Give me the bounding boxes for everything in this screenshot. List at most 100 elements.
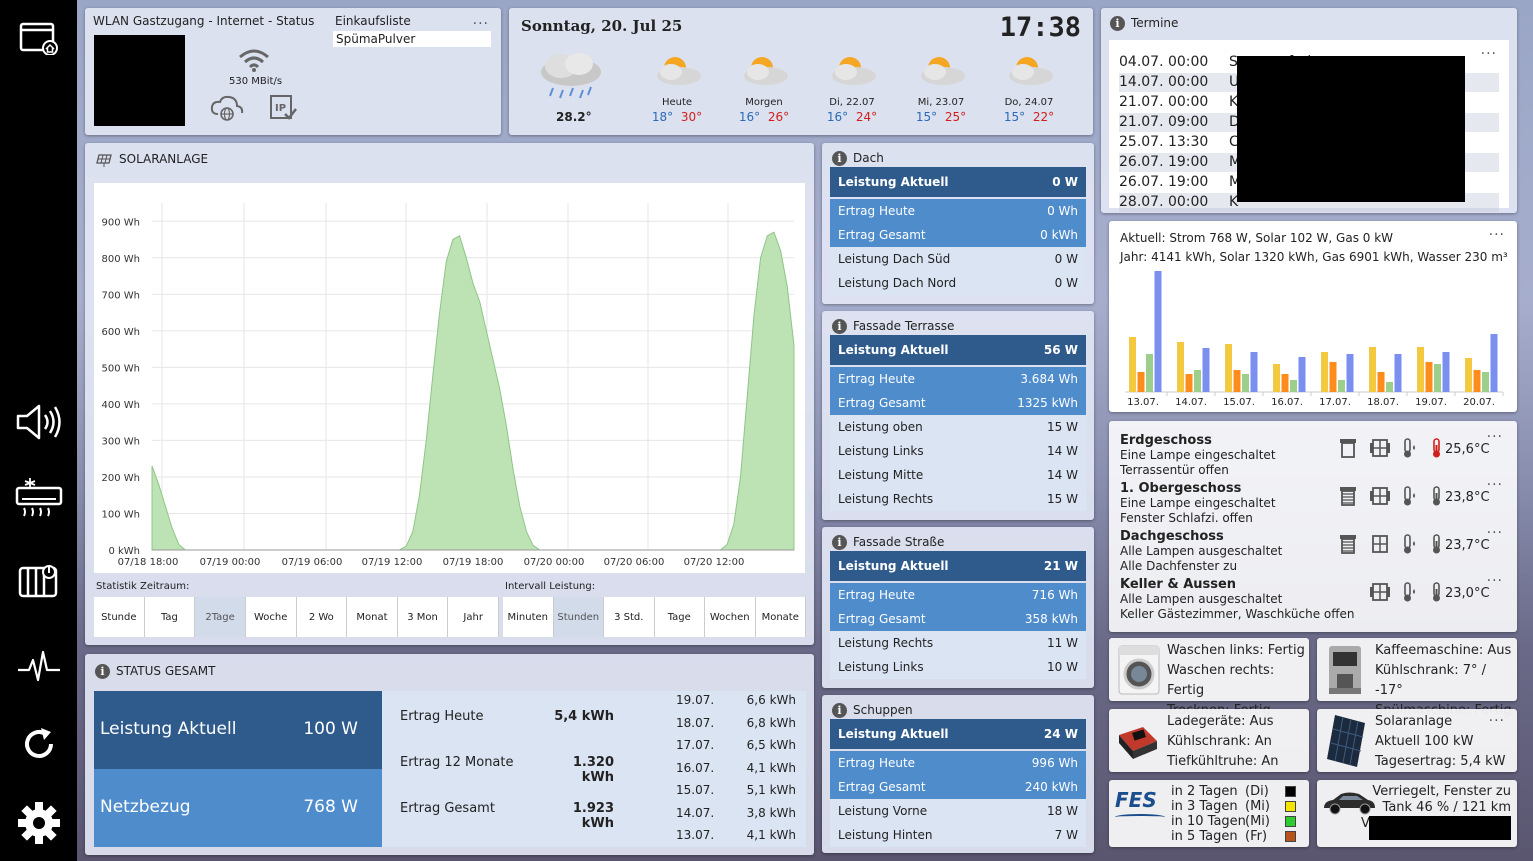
trash-days: in 5 Tagen [1171,829,1238,844]
energy-x-label: 20.07. [1463,397,1495,408]
inverter-label: Leistung Dach Süd [838,252,951,266]
more-menu-icon[interactable]: ··· [473,16,489,32]
forecast-low: 15° [1003,110,1026,124]
daily-value: 5,1 kWh [746,783,796,797]
terrasse-title: Fassade Terrasse [853,319,955,333]
inverter-value: 0 W [1052,175,1078,189]
energy-bar [1290,380,1297,392]
forecast-day: Mi, 23.07 15° 25° [896,48,986,128]
floor-status[interactable]: Keller & Aussen Alle Lampen ausgeschaltet… [1109,565,1517,621]
inverter-label: Leistung Hinten [838,828,933,842]
shopping-item[interactable]: SpümaPulver [333,31,491,47]
ertrag-table: Ertrag Heute 5,4 kWh Ertrag 12 Monate 1.320… [382,691,806,847]
period-button[interactable]: Wochen [705,597,756,637]
forecast-high: 24° [855,110,878,124]
period-button[interactable]: Monate [755,597,806,637]
floor-status[interactable]: Erdgeschoss Eine Lampe eingeschaltet Terra… [1109,421,1517,477]
gear-icon[interactable] [0,800,77,846]
heater-icon[interactable] [0,558,77,602]
inverter-value: 996 Wh [1031,756,1078,770]
floor-temp: 23,8°C [1445,490,1490,505]
sun-cloud-icon [744,57,788,85]
clock-time: 17:38 [999,12,1081,43]
daily-date: 17.07. [676,738,715,752]
daily-value: 3,8 kWh [746,805,796,820]
period-button[interactable]: Tage [654,597,705,637]
termine-header: i Termine [1110,16,1178,31]
period-button[interactable]: Jahr [448,597,499,637]
energy-bar [1281,374,1289,392]
period-button[interactable]: 2 Wo [296,597,348,637]
inverter-label: Leistung Rechts [838,492,934,506]
solarinfo-line: Aktuell 100 kW [1375,734,1474,749]
window-icon [1372,535,1388,553]
coffee-tile: Kaffeemaschine: Aus Kühlschrank: 7° / -17… [1317,638,1517,718]
ertrag-value: 1.320 kWh [572,755,614,785]
inverter-value: 716 Wh [1031,588,1078,602]
period-button[interactable]: Tag [144,597,196,637]
window-home-icon[interactable] [0,20,77,56]
y-tick-label: 600 Wh [102,327,141,338]
forecast-temps: 18° 30° [632,110,722,124]
floor-status[interactable]: Dachgeschoss Alle Lampen ausgeschaltet All… [1109,517,1517,573]
inverter-value: 24 W [1043,727,1078,741]
daily-date: 14.07. [676,805,715,820]
humidity-thermometer-icon [1404,582,1415,602]
cloud-globe-icon [210,94,244,125]
period-button[interactable]: 2Tage [195,597,246,637]
washer-tile: Waschen links: Fertig Waschen rechts: Fer… [1109,638,1309,718]
solarinfo-line: Tagesertrag: 5,4 kW [1375,754,1506,769]
energy-bar [1225,344,1232,392]
energy-bar-chart: 13.07. 14.07. 15.07. 16.07. 17.07. 18.07. 19.0… [1125,271,1504,408]
termine-date: 14.07. 00:00 [1119,74,1209,90]
energy-bar [1338,380,1345,392]
daily-date: 15.07. [676,783,715,797]
period-button[interactable]: Stunde [94,597,145,637]
period-button[interactable]: 3 Mon [397,597,449,637]
air-conditioner-icon[interactable] [0,476,77,520]
floor-status[interactable]: 1. Obergeschoss Eine Lampe eingeschaltet F… [1109,469,1517,525]
inverter-row: Leistung Aktuell 21 W [830,551,1086,581]
period-button[interactable]: 3 Std. [604,597,655,637]
car-tile: Verriegelt, Fenster zu Tank 46 % / 121 k… [1317,780,1517,847]
strasse-title: Fassade Straße [853,535,945,549]
window-icon [1370,487,1390,505]
house-panel: Erdgeschoss Eine Lampe eingeschaltet Terra… [1109,421,1517,632]
wlan-speed: 530 MBit/s [229,76,283,87]
inverter-label: Leistung Vorne [838,804,928,818]
daily-value: 4,1 kWh [746,828,796,842]
terrasse-header: i Fassade Terrasse [832,319,954,334]
heartbeat-icon[interactable] [0,644,77,688]
humidity-thermometer-icon [1404,438,1415,458]
netzbezug-box: Netzbezug 768 W [94,769,382,847]
refresh-icon[interactable] [0,724,77,764]
period-button[interactable]: Monat [347,597,398,637]
period-button[interactable]: Stunden [553,597,604,637]
solar-panel-icon [1323,713,1369,772]
energy-more-icon[interactable]: ··· [1489,227,1505,243]
floor-lights: Alle Lampen ausgeschaltet [1120,544,1283,558]
sun-cloud-icon [921,57,965,85]
sun-cloud-icon [832,57,876,85]
daily-value: 6,6 kWh [746,693,796,707]
speaker-icon[interactable] [0,402,77,442]
status-panel: i STATUS GESAMT Leistung Aktuell 100 W Ne… [85,654,814,855]
forecast-low: 15° [915,110,938,124]
period-button[interactable]: Minuten [503,597,554,637]
period-button[interactable]: Woche [245,597,297,637]
inverter-row: Ertrag Gesamt 1325 kWh [830,391,1086,415]
inverter-row: Leistung Aktuell 24 W [830,719,1086,749]
interval-label: Intervall Leistung: [505,581,596,592]
energy-bar [1482,372,1489,392]
inverter-row: Leistung Mitte 14 W [830,463,1086,487]
forecast-temps: 15° 25° [896,110,986,124]
inverter-row: Leistung Aktuell 56 W [830,335,1086,365]
car-icon [1321,788,1377,819]
energy-bar [1298,357,1306,392]
inverter-label: Ertrag Heute [838,588,916,602]
weather-date: Sonntag, 20. Jul 25 [521,17,683,35]
daily-value: 4,1 kWh [746,760,796,775]
forecast-temps: 16° 24° [807,110,897,124]
inverter-value: 14 W [1047,444,1078,458]
schuppen-header: i Schuppen [832,703,913,718]
